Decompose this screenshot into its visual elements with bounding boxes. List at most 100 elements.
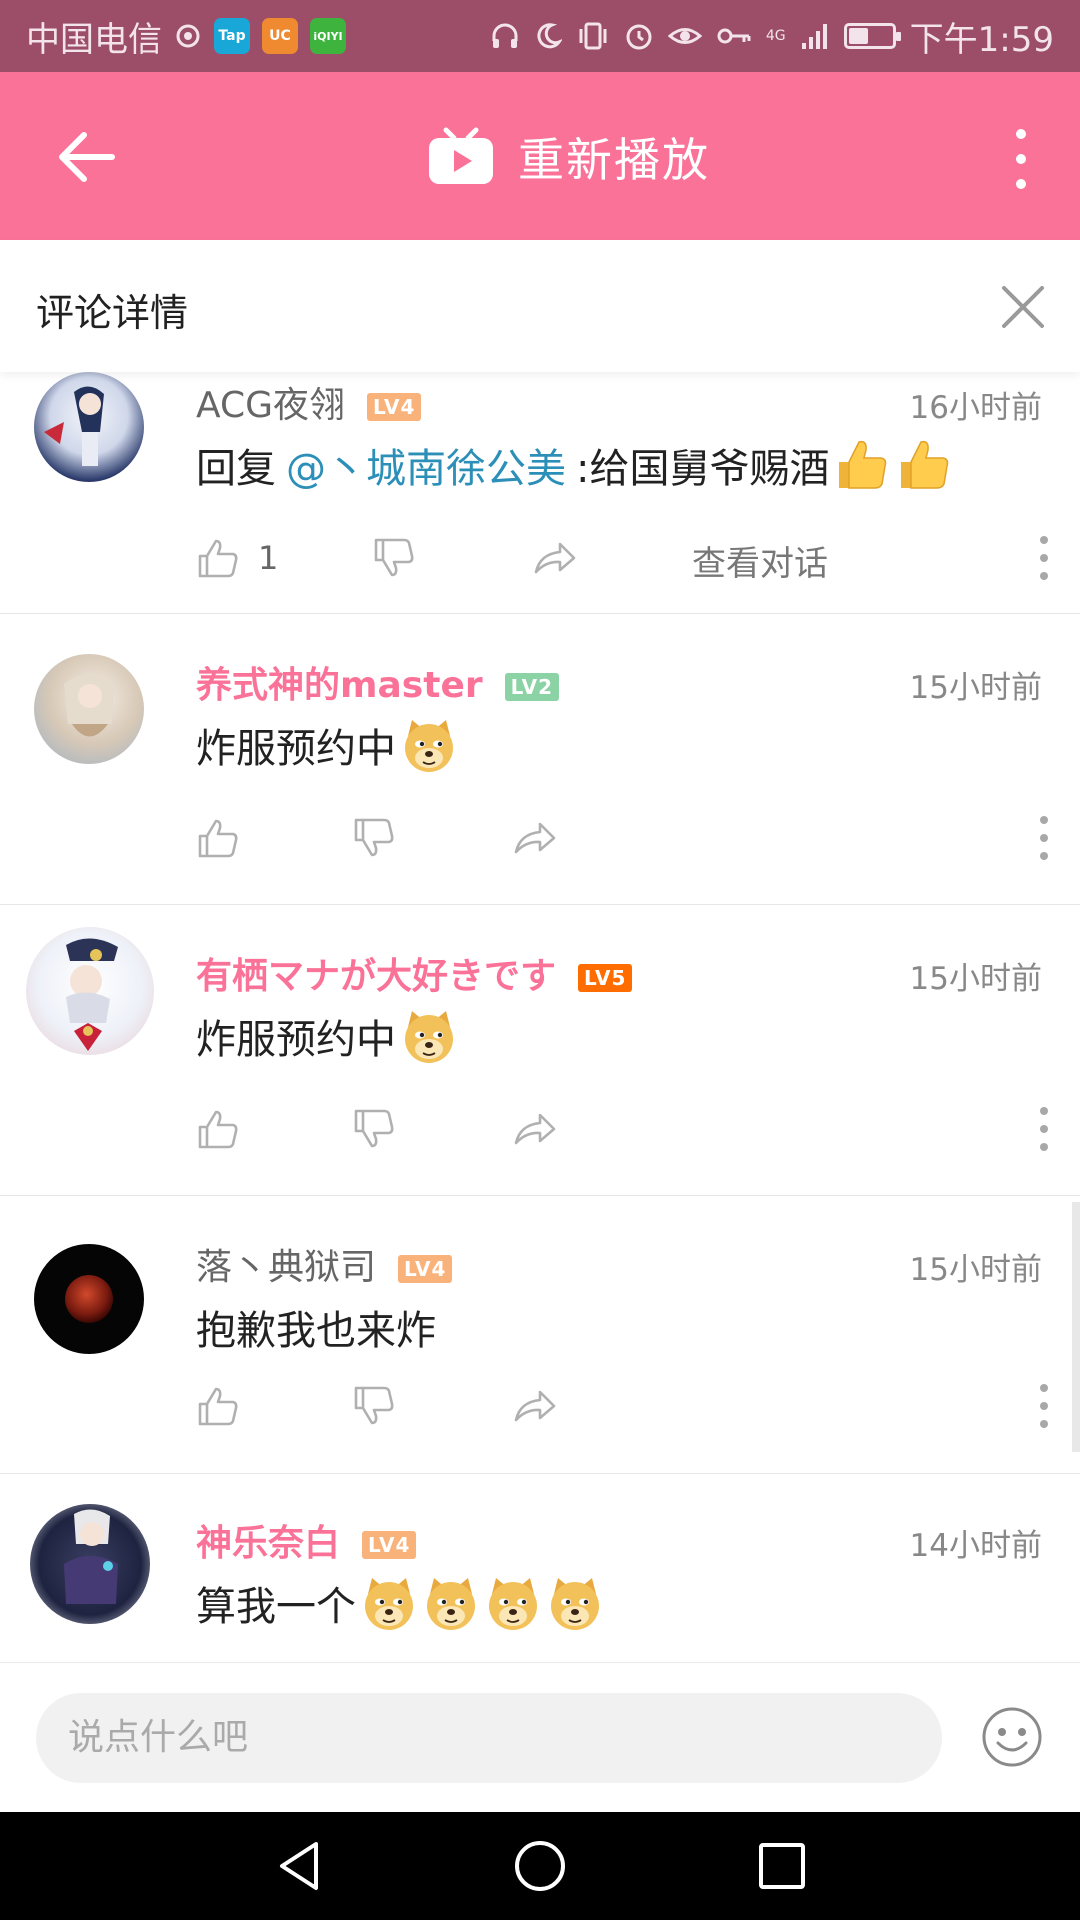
comment-more-icon[interactable]: [1032, 1380, 1056, 1432]
comment-body: 炸服预约中: [196, 726, 396, 772]
comment-item: ACG夜翎 LV4 16小时前 回复 @丶城南徐公美 :给国舅爷赐酒 1 查看对话: [0, 372, 1080, 614]
comment-item: 落丶典狱司 LV4 15小时前 抱歉我也来炸: [0, 1196, 1080, 1474]
avatar-figure: [66, 938, 118, 1051]
iqiyi-app-icon: iQIYI: [310, 18, 346, 54]
thumbs-up-emoji-icon: [895, 436, 953, 494]
tv-play-icon: [429, 127, 493, 184]
thumbs-down-icon: [354, 1109, 394, 1148]
dislike-button[interactable]: [352, 808, 396, 868]
doge-emoji-icon: [484, 1574, 542, 1632]
avatar[interactable]: [30, 1504, 150, 1624]
comment-text: 回复 @丶城南徐公美 :给国舅爷赐酒: [196, 430, 953, 500]
network-type-label: 4G: [765, 28, 786, 44]
emoji-picker-icon[interactable]: [980, 1705, 1044, 1769]
system-navigation-bar: [0, 1812, 1080, 1920]
scrollbar[interactable]: [1072, 1202, 1080, 1452]
dislike-button[interactable]: [352, 1099, 396, 1159]
thumbs-up-icon: [198, 1387, 238, 1426]
comment-actions: [196, 1376, 1056, 1436]
level-badge: LV4: [362, 1531, 417, 1559]
share-arrow-icon: [534, 542, 576, 574]
comment-time: 16小时前: [909, 390, 1042, 426]
doge-emoji-icon: [360, 1574, 418, 1632]
eye-icon: [667, 28, 702, 44]
comment-input[interactable]: 说点什么吧: [36, 1693, 942, 1783]
level-badge: LV4: [367, 393, 422, 421]
blood-moon-icon: [65, 1275, 113, 1323]
share-button[interactable]: [512, 1099, 556, 1159]
dislike-button[interactable]: [372, 528, 416, 588]
comment-time: 15小时前: [909, 1252, 1042, 1288]
moon-icon: [537, 23, 562, 49]
comment-more-icon[interactable]: [1032, 532, 1056, 584]
comment-username[interactable]: 神乐奈白 LV4: [196, 1514, 417, 1566]
avatar[interactable]: [34, 1244, 144, 1354]
comment-username[interactable]: ACG夜翎 LV4: [196, 376, 422, 428]
emoji-group: [356, 1574, 604, 1632]
comment-time: 15小时前: [909, 961, 1042, 997]
signal-icon: [801, 24, 827, 49]
back-arrow-icon[interactable]: [52, 122, 122, 192]
comment-text: 算我一个: [196, 1568, 604, 1638]
comment-username[interactable]: 养式神的master LV2: [196, 656, 560, 708]
comment-detail-header: 评论详情: [0, 240, 1080, 372]
like-button[interactable]: [196, 1099, 240, 1159]
comment-body: 算我一个: [196, 1584, 356, 1630]
close-icon[interactable]: [998, 282, 1048, 332]
comment-username[interactable]: 有栖マナが大好きです LV5: [196, 947, 633, 999]
comment-list[interactable]: ACG夜翎 LV4 16小时前 回复 @丶城南徐公美 :给国舅爷赐酒 1 查看对话: [0, 372, 1080, 1662]
like-button[interactable]: [196, 808, 240, 868]
doge-emoji-icon: [422, 1574, 480, 1632]
reply-prefix: 回复: [196, 446, 276, 492]
doge-emoji-icon: [400, 1007, 458, 1065]
nav-back-icon[interactable]: [270, 1836, 330, 1896]
avatar[interactable]: [26, 927, 154, 1055]
like-button[interactable]: [196, 1376, 240, 1436]
nav-home-icon[interactable]: [510, 1836, 570, 1896]
comment-time: 15小时前: [909, 670, 1042, 706]
mention-link[interactable]: @丶城南徐公美: [286, 436, 566, 494]
headphones-icon: [492, 23, 518, 48]
avatar[interactable]: [34, 654, 144, 764]
view-conversation-link[interactable]: 查看对话: [692, 536, 828, 585]
comment-more-icon[interactable]: [1032, 812, 1056, 864]
header-title: 重新播放: [518, 133, 710, 187]
comment-more-icon[interactable]: [1032, 1103, 1056, 1155]
like-button[interactable]: 1: [196, 528, 278, 588]
share-button[interactable]: [512, 808, 556, 868]
panel-title: 评论详情: [36, 291, 189, 335]
like-count: 1: [258, 539, 279, 577]
replay-button[interactable]: 重新播放: [426, 116, 710, 198]
more-options-icon[interactable]: [1008, 124, 1034, 194]
share-arrow-icon: [514, 1113, 556, 1145]
thumbs-up-emoji-icon: [833, 436, 891, 494]
level-badge: LV5: [578, 964, 633, 992]
thumbs-down-icon: [374, 538, 414, 577]
comment-item: 神乐奈白 LV4 14小时前 算我一个: [0, 1474, 1080, 1662]
thumbs-down-icon: [354, 1386, 394, 1425]
share-arrow-icon: [514, 1390, 556, 1422]
avatar[interactable]: [34, 372, 144, 482]
tap-app-icon: Tap: [214, 18, 250, 54]
comment-actions: 1 查看对话: [196, 528, 1056, 588]
share-button[interactable]: [512, 1376, 556, 1436]
avatar-figure: [64, 674, 114, 737]
share-button[interactable]: [532, 528, 576, 588]
sync-icon: [176, 24, 200, 48]
comment-item: 养式神的master LV2 15小时前 炸服预约中: [0, 614, 1080, 905]
comment-body: 抱歉我也来炸: [196, 1308, 436, 1354]
nav-recents-icon[interactable]: [752, 1836, 812, 1896]
thumbs-down-icon: [354, 818, 394, 857]
emoji-group: [396, 1007, 458, 1065]
emoji-group: [396, 716, 458, 774]
avatar-figure: [64, 1509, 118, 1604]
dislike-button[interactable]: [352, 1376, 396, 1436]
comment-username[interactable]: 落丶典狱司 LV4: [196, 1238, 453, 1290]
level-badge: LV2: [504, 673, 560, 701]
comment-text: 炸服预约中: [196, 1001, 458, 1071]
status-bar: 中国电信 Tap UC iQIYI 4G 下午1:59: [0, 0, 1080, 72]
comment-actions: [196, 1099, 1056, 1159]
player-header: 重新播放: [0, 72, 1080, 240]
alarm-icon: [626, 24, 652, 50]
emoji-group: [829, 436, 953, 494]
